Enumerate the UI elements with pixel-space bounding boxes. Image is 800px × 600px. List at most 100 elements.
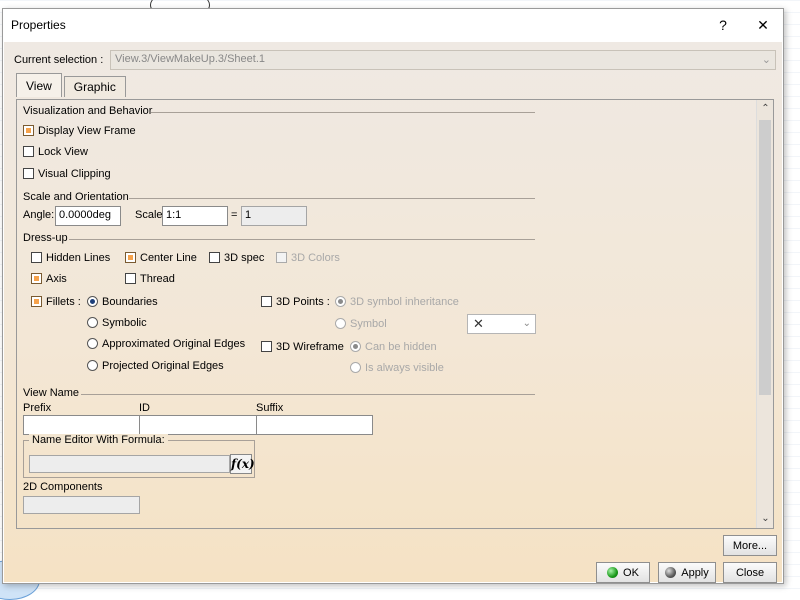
fillets-checkbox[interactable]: Fillets : <box>31 295 81 308</box>
radio-selected-icon <box>87 295 98 307</box>
prefix-label: Prefix <box>23 402 52 414</box>
view-name-section: View Name <box>23 387 535 399</box>
scroll-down-icon[interactable]: ⌄ <box>757 510 773 528</box>
equals-sign: = <box>231 209 238 221</box>
name-editor-title: Name Editor With Formula: <box>29 434 168 446</box>
checkbox-checked-icon <box>125 251 136 263</box>
colors-3d-checkbox[interactable]: 3D Colors <box>276 251 340 264</box>
axis-checkbox[interactable]: Axis <box>31 272 67 285</box>
tab-view[interactable]: View <box>16 73 62 97</box>
checkbox-icon <box>31 251 42 263</box>
checkbox-icon <box>261 340 272 352</box>
wireframe-3d-checkbox[interactable]: 3D Wireframe <box>261 340 344 353</box>
points-3d-checkbox[interactable]: 3D Points : <box>261 295 330 308</box>
checkbox-icon <box>261 295 272 307</box>
scroll-thumb[interactable] <box>759 120 771 395</box>
ok-icon <box>607 567 619 578</box>
view-name-title: View Name <box>23 387 80 399</box>
apply-button[interactable]: Apply <box>658 562 716 583</box>
axis-label: Axis <box>46 273 67 285</box>
fillet-option-label: Boundaries <box>102 296 158 308</box>
wireframe-3d-label: 3D Wireframe <box>276 341 344 353</box>
current-selection-label: Current selection : <box>14 54 104 66</box>
angle-input[interactable]: 0.0000deg <box>55 206 121 226</box>
wireframe-option-always-visible[interactable]: Is always visible <box>350 361 444 374</box>
scroll-up-icon[interactable]: ⌃ <box>757 100 773 118</box>
angle-label: Angle: <box>23 209 55 221</box>
dressup-title: Dress-up <box>23 232 68 244</box>
window-title: Properties <box>11 18 66 32</box>
wireframe-option-label: Can be hidden <box>365 341 437 353</box>
fillet-option-projected[interactable]: Projected Original Edges <box>87 359 224 372</box>
points-3d-label: 3D Points : <box>276 296 330 308</box>
radio-selected-icon <box>350 340 361 352</box>
thread-label: Thread <box>140 273 175 285</box>
scale-input[interactable]: 1:1 <box>162 206 228 226</box>
display-view-frame-checkbox[interactable]: Display View Frame <box>23 124 136 137</box>
wireframe-option-label: Is always visible <box>365 362 444 374</box>
id-input[interactable] <box>139 415 257 435</box>
fillet-option-label: Projected Original Edges <box>102 360 224 372</box>
points-option-symbol[interactable]: Symbol <box>335 317 387 330</box>
fillet-option-boundaries[interactable]: Boundaries <box>87 295 158 308</box>
scale-section: Scale and Orientation <box>23 191 535 203</box>
checkbox-checked-icon <box>23 124 34 136</box>
hidden-lines-label: Hidden Lines <box>46 252 111 264</box>
points-option-label: 3D symbol inheritance <box>350 296 459 308</box>
visual-clipping-label: Visual Clipping <box>38 168 111 180</box>
scale-title: Scale and Orientation <box>23 191 129 203</box>
formula-input[interactable] <box>29 455 230 473</box>
symbol-select[interactable]: ✕ ⌄ <box>467 314 536 334</box>
view-tab-panel: Visualization and Behavior Display View … <box>16 99 774 529</box>
lock-view-checkbox[interactable]: Lock View <box>23 145 88 158</box>
fillet-option-approximated[interactable]: Approximated Original Edges <box>87 337 246 350</box>
hidden-lines-checkbox[interactable]: Hidden Lines <box>31 251 111 264</box>
current-selection-combo[interactable]: View.3/ViewMakeUp.3/Sheet.1 ⌄ <box>110 50 776 70</box>
radio-icon <box>87 337 98 349</box>
wireframe-option-can-be-hidden[interactable]: Can be hidden <box>350 340 437 353</box>
more-button[interactable]: More... <box>723 535 777 556</box>
thread-checkbox[interactable]: Thread <box>125 272 175 285</box>
center-line-label: Center Line <box>140 252 197 264</box>
suffix-input[interactable] <box>256 415 373 435</box>
fillet-option-symbolic[interactable]: Symbolic <box>87 316 147 329</box>
chevron-down-icon: ⌄ <box>522 318 531 329</box>
spec-3d-checkbox[interactable]: 3D spec <box>209 251 265 264</box>
current-selection-row: Current selection : View.3/ViewMakeUp.3/… <box>14 50 776 70</box>
prefix-input[interactable] <box>23 415 140 435</box>
suffix-label: Suffix <box>256 402 284 414</box>
spec-3d-label: 3D spec <box>224 252 265 264</box>
fillet-option-label: Symbolic <box>102 317 147 329</box>
radio-icon <box>350 361 361 373</box>
components-title: 2D Components <box>23 481 103 493</box>
fillet-option-label: Approximated Original Edges <box>102 338 246 350</box>
points-option-inheritance[interactable]: 3D symbol inheritance <box>335 295 459 308</box>
dressup-section: Dress-up <box>23 232 535 244</box>
display-view-frame-label: Display View Frame <box>38 125 136 137</box>
symbol-select-value: ✕ <box>473 316 484 331</box>
formula-fx-button[interactable]: f(x) <box>230 454 255 474</box>
vertical-scrollbar[interactable]: ⌃ ⌄ <box>756 100 773 528</box>
center-line-checkbox[interactable]: Center Line <box>125 251 197 264</box>
checkbox-icon <box>125 272 136 284</box>
close-icon[interactable]: ✕ <box>743 9 783 41</box>
checkbox-checked-icon <box>31 272 42 284</box>
radio-icon <box>335 317 346 329</box>
points-option-label: Symbol <box>350 318 387 330</box>
tab-bar: View Graphic <box>16 73 128 97</box>
tab-graphic[interactable]: Graphic <box>63 76 126 97</box>
visualization-title: Visualization and Behavior <box>23 105 153 117</box>
help-button[interactable]: ? <box>703 9 743 41</box>
apply-label: Apply <box>681 566 709 579</box>
visual-clipping-checkbox[interactable]: Visual Clipping <box>23 167 111 180</box>
components-field <box>23 496 140 514</box>
radio-selected-icon <box>335 295 346 307</box>
current-selection-value: View.3/ViewMakeUp.3/Sheet.1 <box>115 53 266 65</box>
ok-button[interactable]: OK <box>596 562 650 583</box>
close-button[interactable]: Close <box>723 562 777 583</box>
title-bar: Properties ? ✕ <box>3 9 783 41</box>
radio-icon <box>87 359 98 371</box>
colors-3d-label: 3D Colors <box>291 252 340 264</box>
id-label: ID <box>139 402 150 414</box>
radio-icon <box>87 316 98 328</box>
